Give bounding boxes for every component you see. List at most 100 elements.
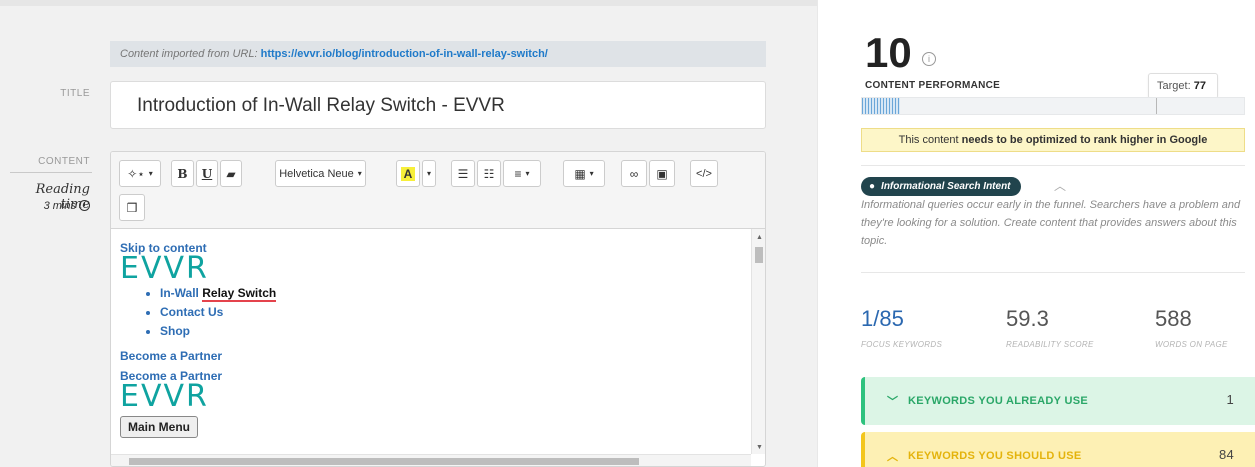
image-icon: ▣ bbox=[656, 166, 668, 181]
magic-wand-icon: ✧⋆ bbox=[127, 166, 145, 181]
magic-wand-button[interactable]: ✧⋆ ▾ bbox=[119, 160, 161, 187]
list-item[interactable]: Contact Us bbox=[160, 303, 742, 322]
metric-label: READABILITY SCORE bbox=[1006, 340, 1094, 349]
metric-label: FOCUS KEYWORDS bbox=[861, 340, 943, 349]
chevron-up-icon: ︿ bbox=[887, 451, 899, 463]
metric-label: WORDS ON PAGE bbox=[1155, 340, 1228, 349]
scrollbar-thumb[interactable] bbox=[755, 247, 763, 263]
highlight-icon: A bbox=[400, 166, 416, 181]
scroll-down-icon[interactable]: ▼ bbox=[756, 444, 763, 451]
clear-format-button[interactable]: ❒ bbox=[119, 194, 145, 221]
content-label-underline bbox=[10, 172, 92, 173]
search-intent-badge[interactable]: ● Informational Search Intent bbox=[861, 177, 1021, 196]
chevron-up-icon[interactable]: ︿ bbox=[1054, 177, 1066, 194]
vertical-scrollbar[interactable]: ▲ ▼ bbox=[751, 229, 765, 454]
rich-text-editor: ✧⋆ ▾ B U ▰ Helvetica Neue ▾ A ▾ ☰ ☷ ≡ ▾ ▦ ▾ … bbox=[110, 151, 766, 467]
chevron-down-icon: ▾ bbox=[426, 169, 431, 178]
skip-to-content-link[interactable]: Skip to content bbox=[120, 241, 742, 255]
table-button[interactable]: ▦ ▾ bbox=[563, 160, 605, 187]
ordered-list-icon: ☷ bbox=[483, 166, 495, 181]
editor-panel: Content imported from URL: https://evvr.… bbox=[0, 0, 817, 467]
nav-item-shop[interactable]: Shop bbox=[160, 324, 190, 338]
target-tooltip: Target: 77 bbox=[1148, 73, 1218, 99]
performance-bar bbox=[861, 97, 1245, 115]
nav-list: In-Wall Relay Switch Contact Us Shop bbox=[160, 284, 742, 341]
list-item[interactable]: In-Wall Relay Switch bbox=[160, 284, 742, 303]
performance-score: 10 bbox=[865, 29, 912, 76]
evvr-logo-text: EVVR bbox=[120, 251, 209, 286]
divider bbox=[861, 272, 1245, 273]
metric-value: 59.3 bbox=[1006, 306, 1049, 331]
nav-item-relay-switch[interactable]: Relay Switch bbox=[202, 286, 277, 302]
content-label: CONTENT bbox=[38, 156, 90, 167]
become-partner-link-1[interactable]: Become a Partner bbox=[120, 349, 742, 363]
font-family-value: Helvetica Neue bbox=[279, 167, 354, 180]
top-divider bbox=[0, 0, 817, 6]
keywords-should-use-section[interactable]: ︿ KEYWORDS YOU SHOULD USE 84 bbox=[861, 432, 1255, 467]
keywords-should-use-count: 84 bbox=[1218, 447, 1234, 462]
eraser-button[interactable]: ▰ bbox=[220, 160, 242, 187]
chevron-down-icon: ﹀ bbox=[887, 396, 899, 408]
target-value: 77 bbox=[1193, 80, 1206, 92]
target-label: Target: bbox=[1157, 80, 1191, 92]
nav-item-contact-us[interactable]: Contact Us bbox=[160, 305, 223, 319]
link-icon: ∞ bbox=[629, 166, 639, 181]
import-notice-text: Content imported from URL: bbox=[120, 48, 258, 60]
reading-time-text: 3 mins bbox=[43, 200, 76, 212]
editor-content[interactable]: Skip to content EVVR In-Wall Relay Switc… bbox=[111, 229, 751, 454]
keywords-already-use-label: KEYWORDS YOU ALREADY USE bbox=[908, 395, 1088, 407]
metric-focus-keywords: 1/85 FOCUS KEYWORDS bbox=[861, 306, 942, 349]
scrollbar-thumb[interactable] bbox=[129, 458, 639, 465]
metric-readability: 59.3 READABILITY SCORE bbox=[1006, 306, 1094, 349]
keywords-already-use-count: 1 bbox=[1226, 392, 1234, 407]
unordered-list-button[interactable]: ☰ bbox=[451, 160, 475, 187]
keywords-already-use-section[interactable]: ﹀ KEYWORDS YOU ALREADY USE 1 bbox=[861, 377, 1255, 425]
metric-value: 588 bbox=[1155, 306, 1192, 331]
chevron-down-icon: ▾ bbox=[357, 169, 362, 178]
bold-button[interactable]: B bbox=[171, 160, 194, 187]
horizontal-scrollbar[interactable] bbox=[111, 454, 751, 466]
clipboard-icon: ❒ bbox=[126, 200, 138, 215]
evvr-logo: EVVR bbox=[120, 251, 742, 286]
evvr-logo-text-2: EVVR bbox=[120, 379, 209, 414]
info-icon[interactable]: i bbox=[922, 52, 936, 66]
content-performance-label: CONTENT PERFORMANCE bbox=[865, 80, 1001, 91]
title-input[interactable]: Introduction of In-Wall Relay Switch - E… bbox=[110, 81, 766, 129]
search-intent-description: Informational queries occur early in the… bbox=[861, 199, 1241, 247]
list-item[interactable]: Shop bbox=[160, 322, 742, 341]
warning-prefix: This content bbox=[898, 134, 959, 146]
table-icon: ▦ bbox=[574, 166, 586, 181]
highlight-dropdown[interactable]: ▾ bbox=[422, 160, 436, 187]
divider bbox=[861, 165, 1245, 166]
unordered-list-icon: ☰ bbox=[457, 166, 469, 181]
metric-value: 1/85 bbox=[861, 306, 904, 331]
eraser-icon: ▰ bbox=[226, 166, 236, 181]
editor-toolbar: ✧⋆ ▾ B U ▰ Helvetica Neue ▾ A ▾ ☰ ☷ ≡ ▾ ▦ ▾ … bbox=[111, 152, 765, 229]
keywords-should-use-label: KEYWORDS YOU SHOULD USE bbox=[908, 450, 1082, 462]
align-icon: ≡ bbox=[514, 166, 522, 181]
search-intent-label: Informational Search Intent bbox=[881, 181, 1011, 192]
performance-bar-fill bbox=[862, 98, 901, 114]
ordered-list-button[interactable]: ☷ bbox=[477, 160, 501, 187]
image-button[interactable]: ▣ bbox=[649, 160, 675, 187]
target-marker bbox=[1156, 98, 1158, 114]
import-notice: Content imported from URL: https://evvr.… bbox=[110, 41, 766, 67]
optimization-warning: This content needs to be optimized to ra… bbox=[861, 128, 1245, 152]
main-menu-button[interactable]: Main Menu bbox=[120, 416, 198, 438]
chevron-down-icon: ▾ bbox=[525, 169, 530, 178]
highlight-button[interactable]: A bbox=[396, 160, 420, 187]
become-partner-link-2[interactable]: Become a Partner bbox=[120, 369, 742, 383]
underline-button[interactable]: U bbox=[196, 160, 218, 187]
nav-item-in-wall[interactable]: In-Wall bbox=[160, 286, 199, 300]
chevron-down-icon: ▾ bbox=[148, 169, 153, 178]
scroll-up-icon[interactable]: ▲ bbox=[756, 234, 763, 241]
import-url-link[interactable]: https://evvr.io/blog/introduction-of-in-… bbox=[261, 48, 548, 60]
code-view-button[interactable]: </> bbox=[690, 160, 718, 187]
warning-bold: needs to be optimized to rank higher in … bbox=[961, 134, 1208, 146]
metric-words-on-page: 588 WORDS ON PAGE bbox=[1155, 306, 1228, 349]
font-family-select[interactable]: Helvetica Neue ▾ bbox=[275, 160, 366, 187]
link-button[interactable]: ∞ bbox=[621, 160, 647, 187]
chevron-down-icon: ▾ bbox=[589, 169, 594, 178]
people-icon: ● bbox=[869, 181, 876, 192]
align-button[interactable]: ≡ ▾ bbox=[503, 160, 541, 187]
